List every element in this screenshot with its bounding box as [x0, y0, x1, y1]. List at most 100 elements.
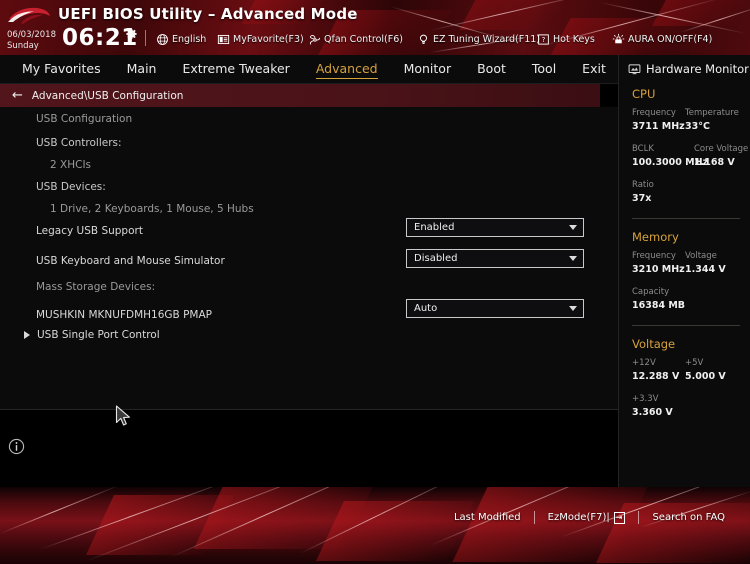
mass-storage-devices-label: Mass Storage Devices:: [36, 281, 156, 293]
weekday-value: Sunday: [7, 41, 39, 51]
ezmode-button[interactable]: EzMode(F7)| ⇥: [535, 511, 639, 524]
chevron-down-icon: [569, 256, 577, 261]
tab-main[interactable]: Main: [127, 61, 157, 78]
usb-devices-value: 1 Drive, 2 Keyboards, 1 Mouse, 5 Hubs: [50, 203, 254, 215]
bulb-icon: [420, 34, 427, 44]
tab-my-favorites[interactable]: My Favorites: [22, 61, 101, 78]
star-list-icon: [217, 34, 230, 44]
chevron-down-icon: [569, 225, 577, 230]
title-bar: UEFI BIOS Utility – Advanced Mode 06/03/…: [0, 0, 750, 55]
back-arrow-icon[interactable]: ←: [12, 89, 23, 102]
memory-capacity-value: 16384 MB: [632, 300, 686, 311]
sidebar-section-cpu: CPU: [632, 87, 656, 101]
language-selector[interactable]: English: [156, 31, 206, 47]
hot-keys-button[interactable]: ? Hot Keys: [537, 31, 595, 47]
search-faq-button[interactable]: Search on FAQ: [639, 512, 738, 523]
memory-capacity-key: Capacity: [632, 287, 670, 297]
usb-single-port-control-item[interactable]: USB Single Port Control: [24, 329, 160, 341]
qfan-label: Qfan Control(F6): [324, 33, 403, 45]
cpu-bclk-key: BCLK: [632, 144, 654, 154]
language-label: English: [172, 33, 207, 45]
cpu-temperature-key: Temperature: [685, 108, 739, 118]
myfavorite-button[interactable]: MyFavorite(F3): [217, 31, 304, 47]
memory-voltage-key: Voltage: [685, 251, 717, 261]
legacy-usb-support-label: Legacy USB Support: [36, 225, 143, 237]
sidebar-section-voltage: Voltage: [632, 337, 676, 351]
cpu-row-1: Frequency 3711 MHz Temperature 33°C: [632, 107, 750, 134]
cpu-core-voltage-key: Core Voltage: [694, 144, 749, 154]
footer-actions: Last Modified EzMode(F7)| ⇥ Search on FA…: [441, 511, 738, 524]
rog-logo-icon: [8, 7, 50, 24]
legacy-usb-support-dropdown[interactable]: Enabled: [406, 218, 584, 237]
hardware-monitor-header: Hardware Monitor: [619, 55, 750, 76]
hardware-monitor-panel: Hardware Monitor CPU Frequency 3711 MHz …: [618, 55, 750, 487]
tab-exit[interactable]: Exit: [582, 61, 606, 78]
hardware-monitor-title: Hardware Monitor: [646, 62, 749, 76]
voltage-5v-value: 5.000 V: [685, 371, 726, 382]
memory-row-2: Capacity 16384 MB: [632, 286, 750, 313]
aura-label: AURA ON/OFF(F4): [628, 33, 713, 45]
voltage-33v-key: +3.3V: [632, 394, 659, 404]
voltage-5v-key: +5V: [685, 358, 704, 368]
usb-controllers-value: 2 XHCIs: [50, 159, 92, 171]
tab-tool[interactable]: Tool: [532, 61, 556, 78]
cpu-ratio-value: 37x: [632, 193, 652, 204]
fan-icon: [309, 34, 320, 45]
ezmode-label: EzMode(F7)|: [547, 512, 610, 523]
last-modified-button[interactable]: Last Modified: [441, 512, 534, 523]
voltage-33v-value: 3.360 V: [632, 407, 673, 418]
expand-triangle-icon: [24, 331, 30, 339]
ez-tuning-label: EZ Tuning Wizard(F11): [433, 33, 541, 45]
cpu-frequency-key: Frequency: [632, 108, 676, 118]
tab-boot[interactable]: Boot: [477, 61, 506, 78]
usb-configuration-heading: USB Configuration: [36, 113, 133, 125]
hot-keys-label: Hot Keys: [553, 33, 595, 45]
footer-bar: Last Modified EzMode(F7)| ⇥ Search on FA…: [0, 487, 750, 564]
info-circle-icon[interactable]: [8, 438, 25, 455]
usb-controllers-label: USB Controllers:: [36, 137, 122, 149]
voltage-12v-key: +12V: [632, 358, 656, 368]
usb-kb-mouse-simulator-dropdown[interactable]: Disabled: [406, 249, 584, 268]
tab-advanced[interactable]: Advanced: [315, 61, 378, 79]
date-display: 06/03/2018 Sunday: [7, 30, 56, 51]
aura-toggle-button[interactable]: AURA ON/OFF(F4): [612, 31, 712, 47]
qfan-control-button[interactable]: Qfan Control(F6): [308, 31, 403, 47]
chevron-down-icon: [569, 306, 577, 311]
sidebar-divider: [632, 325, 740, 326]
sidebar-section-memory: Memory: [632, 230, 679, 244]
myfavorite-label: MyFavorite(F3): [233, 33, 304, 45]
usb-single-port-control-label: USB Single Port Control: [37, 329, 160, 341]
usb-devices-label: USB Devices:: [36, 181, 106, 193]
mass-storage-device-label: MUSHKIN MKNUFDMH16GB PMAP: [36, 309, 212, 321]
mouse-pointer-icon: [115, 405, 130, 426]
cpu-core-voltage-value: 1.168 V: [694, 157, 735, 168]
cpu-temperature-value: 33°C: [685, 121, 710, 132]
voltage-row-1: +12V 12.288 V +5V 5.000 V: [632, 357, 750, 384]
aura-light-icon: [612, 33, 625, 43]
legacy-usb-support-value: Enabled: [414, 222, 455, 233]
page-title: UEFI BIOS Utility – Advanced Mode: [58, 5, 358, 23]
breadcrumb[interactable]: ← Advanced\USB Configuration: [0, 84, 600, 107]
ez-tuning-wizard-button[interactable]: EZ Tuning Wizard(F11): [417, 31, 540, 47]
cpu-frequency-value: 3711 MHz: [632, 121, 685, 132]
tab-extreme-tweaker[interactable]: Extreme Tweaker: [182, 61, 289, 78]
memory-frequency-key: Frequency: [632, 251, 676, 261]
gear-icon[interactable]: [125, 28, 138, 41]
usb-kb-mouse-simulator-value: Disabled: [414, 253, 458, 264]
memory-voltage-value: 1.344 V: [685, 264, 726, 275]
cpu-ratio-key: Ratio: [632, 180, 654, 190]
date-value: 06/03/2018: [7, 30, 56, 40]
mass-storage-device-dropdown[interactable]: Auto: [406, 299, 584, 318]
monitor-icon: [628, 63, 641, 74]
globe-icon: [157, 33, 168, 45]
memory-row-1: Frequency 3210 MHz Voltage 1.344 V: [632, 250, 750, 277]
sidebar-divider: [632, 218, 740, 219]
cpu-row-3: Ratio 37x: [632, 179, 750, 206]
tab-monitor[interactable]: Monitor: [404, 61, 452, 78]
voltage-12v-value: 12.288 V: [632, 371, 680, 382]
main-content: USB Configuration USB Controllers: 2 XHC…: [0, 107, 618, 410]
mass-storage-device-value: Auto: [414, 303, 438, 314]
question-box-icon: ?: [538, 33, 549, 45]
cpu-row-2: BCLK 100.3000 MHz Core Voltage 1.168 V: [632, 143, 750, 170]
tab-key-icon: ⇥: [613, 511, 626, 524]
